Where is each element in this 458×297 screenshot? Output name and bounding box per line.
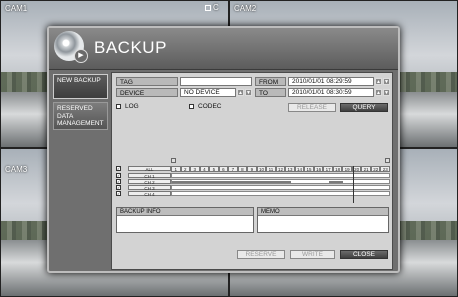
hour-tick-label: 2 bbox=[180, 166, 191, 172]
hour-tick-label: 6 bbox=[218, 166, 229, 172]
hour-tick-label: 18 bbox=[332, 166, 343, 172]
device-down-arrow-icon[interactable]: ▼ bbox=[245, 89, 252, 96]
query-button[interactable]: QUERY bbox=[340, 103, 388, 112]
backup-dialog: ▶ BACKUP NEW BACKUP RESERVED DATA MANAGE… bbox=[47, 26, 400, 273]
dialog-title: BACKUP bbox=[94, 38, 167, 57]
memo-box[interactable]: MEMO bbox=[257, 207, 389, 233]
sidebar-item-reserved-data[interactable]: RESERVED DATA MANAGEMENT bbox=[53, 102, 108, 130]
close-button[interactable]: CLOSE bbox=[340, 250, 388, 259]
memo-label: MEMO bbox=[258, 208, 388, 216]
hour-tick-label: 9 bbox=[247, 166, 257, 172]
device-label: DEVICE bbox=[116, 88, 178, 97]
hour-tick-label: 16 bbox=[313, 166, 324, 172]
timeline-grid: ✓ ALL 1 2 3 4 5 6 7 8 9 10 11 12 13 14 15 16 17 18 19 20 21 2… bbox=[116, 166, 390, 206]
timeline-scroll-left-icon[interactable] bbox=[171, 158, 176, 163]
device-select[interactable]: NO DEVICE bbox=[180, 88, 236, 97]
codec-option[interactable]: CODEC bbox=[189, 103, 221, 111]
hour-tick-label: 15 bbox=[304, 166, 314, 172]
codec-checkbox[interactable] bbox=[189, 103, 194, 109]
channel-track[interactable] bbox=[171, 191, 390, 196]
log-checkbox[interactable] bbox=[116, 103, 121, 109]
dialog-header: ▶ BACKUP bbox=[49, 28, 398, 70]
all-channels-label: ALL bbox=[128, 166, 171, 172]
log-option[interactable]: LOG bbox=[116, 103, 139, 111]
camera-label: CAM2 bbox=[234, 4, 257, 13]
recording-segment bbox=[172, 181, 292, 183]
hour-tick-label: 3 bbox=[190, 166, 200, 172]
tag-input[interactable] bbox=[180, 77, 252, 86]
record-square-icon bbox=[205, 4, 211, 11]
timeline-scroll-right-icon[interactable] bbox=[385, 158, 390, 163]
channel-checkbox[interactable]: ✓ bbox=[116, 191, 121, 196]
hour-tick-label: 19 bbox=[342, 166, 352, 172]
hour-tick-label: 4 bbox=[199, 166, 210, 172]
hour-tick-label: 11 bbox=[266, 166, 276, 172]
channel-checkbox[interactable]: ✓ bbox=[116, 179, 121, 184]
reserve-button[interactable]: RESERVE bbox=[237, 250, 285, 259]
release-button[interactable]: RELEASE bbox=[288, 103, 336, 112]
channel-track[interactable] bbox=[171, 173, 390, 178]
tag-label: TAG bbox=[116, 77, 178, 86]
all-checkbox[interactable]: ✓ bbox=[116, 166, 121, 171]
backup-info-label: BACKUP INFO bbox=[117, 208, 253, 216]
hour-tick-label: 22 bbox=[370, 166, 381, 172]
device-up-arrow-icon[interactable]: ▲ bbox=[237, 89, 244, 96]
write-button[interactable]: WRITE bbox=[290, 250, 335, 259]
hour-tick-label: 23 bbox=[380, 166, 390, 172]
hour-tick-label: 12 bbox=[275, 166, 286, 172]
play-icon: ▶ bbox=[74, 49, 88, 63]
recording-segment bbox=[329, 181, 344, 183]
hour-tick-label: 13 bbox=[285, 166, 295, 172]
channel-checkbox[interactable]: ✓ bbox=[116, 173, 121, 178]
camera-label: CAM1 bbox=[5, 4, 28, 13]
hour-tick-label: 14 bbox=[294, 166, 305, 172]
hour-tick-label: 7 bbox=[228, 166, 238, 172]
disc-icon: ▶ bbox=[54, 31, 88, 63]
to-down-arrow-icon[interactable]: ▼ bbox=[383, 89, 390, 96]
to-up-arrow-icon[interactable]: ▲ bbox=[375, 89, 382, 96]
hour-tick-label: 1 bbox=[171, 166, 181, 172]
sidebar: NEW BACKUP RESERVED DATA MANAGEMENT bbox=[53, 74, 108, 133]
channel-label: CH 4 bbox=[128, 191, 171, 197]
backup-panel: TAG FROM 2010/01/01 08:29:59 ▲ ▼ DEVICE … bbox=[111, 72, 393, 270]
camera-label: CAM3 bbox=[5, 165, 28, 174]
channel-label: CH 2 bbox=[128, 179, 171, 185]
hour-tick-label: 8 bbox=[237, 166, 248, 172]
log-label: LOG bbox=[125, 103, 139, 110]
record-indicator: C bbox=[205, 3, 219, 12]
channel-checkbox[interactable]: ✓ bbox=[116, 185, 121, 190]
timeline-cursor[interactable] bbox=[353, 166, 354, 203]
record-indicator-label: C bbox=[213, 3, 219, 12]
from-label: FROM bbox=[255, 77, 286, 86]
from-up-arrow-icon[interactable]: ▲ bbox=[375, 78, 382, 85]
channel-track[interactable] bbox=[171, 179, 390, 184]
hour-tick-label: 5 bbox=[209, 166, 219, 172]
to-datetime-field[interactable]: 2010/01/01 08:30:59 bbox=[288, 88, 374, 97]
hour-tick-label: 10 bbox=[256, 166, 267, 172]
to-label: TO bbox=[255, 88, 286, 97]
channel-track[interactable] bbox=[171, 185, 390, 190]
from-datetime-field[interactable]: 2010/01/01 08:29:59 bbox=[288, 77, 374, 86]
sidebar-item-new-backup[interactable]: NEW BACKUP bbox=[53, 74, 108, 99]
from-down-arrow-icon[interactable]: ▼ bbox=[383, 78, 390, 85]
backup-info-box: BACKUP INFO bbox=[116, 207, 254, 233]
channel-label: CH 3 bbox=[128, 185, 171, 191]
hour-tick-label: 17 bbox=[323, 166, 333, 172]
codec-label: CODEC bbox=[198, 103, 222, 110]
channel-label: CH 1 bbox=[128, 173, 171, 179]
hour-tick-label: 21 bbox=[361, 166, 371, 172]
